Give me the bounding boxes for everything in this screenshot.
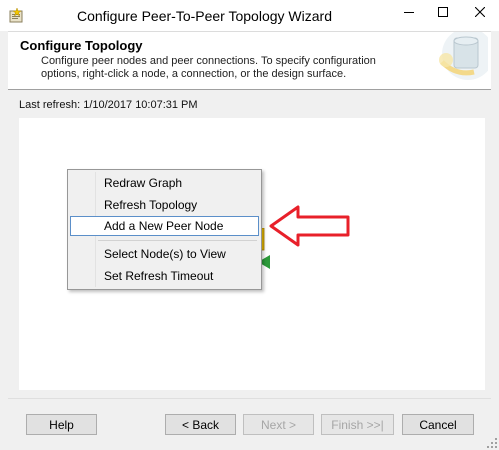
menu-item-label: Refresh Topology (104, 198, 198, 212)
last-refresh-label: Last refresh: 1/10/2017 10:07:31 PM (19, 99, 198, 111)
wizard-header: Configure Topology Configure peer nodes … (8, 31, 491, 90)
footer-separator (8, 398, 491, 399)
menu-item-refresh-topology[interactable]: Refresh Topology (70, 195, 259, 215)
title-bar[interactable]: Configure Peer-To-Peer Topology Wizard (0, 0, 499, 31)
maximize-icon (438, 7, 448, 17)
minimize-icon (404, 12, 414, 13)
back-button[interactable]: < Back (165, 414, 236, 435)
topology-banner-icon (439, 32, 488, 80)
menu-item-label: Set Refresh Timeout (104, 269, 214, 283)
menu-item-set-refresh-timeout[interactable]: Set Refresh Timeout (70, 266, 259, 286)
menu-item-label: Redraw Graph (104, 176, 183, 190)
resize-grip-icon[interactable] (487, 438, 497, 448)
menu-item-add-new-peer-node[interactable]: Add a New Peer Node (70, 216, 259, 236)
menu-item-select-nodes-to-view[interactable]: Select Node(s) to View (70, 244, 259, 264)
minimize-button[interactable] (392, 0, 426, 24)
menu-item-label: Select Node(s) to View (104, 247, 226, 261)
menu-item-label: Add a New Peer Node (104, 219, 224, 233)
close-button[interactable] (460, 0, 499, 24)
close-icon (474, 7, 485, 17)
context-menu: Redraw Graph Refresh Topology Add a New … (67, 169, 262, 290)
wizard-window: Configure Peer-To-Peer Topology Wizard C… (0, 0, 499, 450)
menu-item-redraw-graph[interactable]: Redraw Graph (70, 173, 259, 193)
red-arrow-annotation (269, 205, 350, 247)
page-description: Configure peer nodes and peer connection… (41, 55, 376, 80)
finish-button[interactable]: Finish >>| (321, 414, 394, 435)
header-separator (8, 89, 491, 90)
cancel-button[interactable]: Cancel (402, 414, 474, 435)
menu-separator (98, 240, 257, 241)
help-button[interactable]: Help (26, 414, 97, 435)
page-title: Configure Topology (20, 38, 143, 53)
window-title: Configure Peer-To-Peer Topology Wizard (77, 8, 332, 24)
maximize-button[interactable] (426, 0, 460, 24)
next-button[interactable]: Next > (243, 414, 314, 435)
